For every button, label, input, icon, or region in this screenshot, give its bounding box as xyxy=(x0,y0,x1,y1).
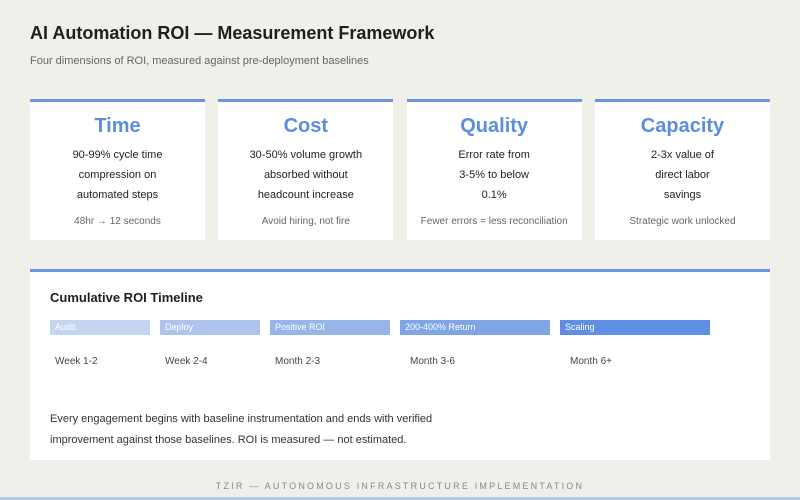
card-time: Time 90-99% cycle time compression on au… xyxy=(30,99,205,240)
card-cost: Cost 30-50% volume growth absorbed witho… xyxy=(218,99,394,240)
card-line: 2-3x value of xyxy=(650,149,714,161)
card-line: Error rate from xyxy=(458,149,530,161)
phase-bar-deploy: Deploy xyxy=(160,320,260,335)
phase-when: Month 3-6 xyxy=(410,356,456,367)
card-line: absorbed without xyxy=(263,169,348,181)
card-line: direct labor xyxy=(655,169,710,181)
phase-bar-scaling: Scaling xyxy=(560,320,710,335)
card-title: Time xyxy=(94,115,141,137)
card-title: Quality xyxy=(460,115,529,137)
roi-dimension-cards: Time 90-99% cycle time compression on au… xyxy=(30,99,770,240)
phase-when: Week 2-4 xyxy=(165,356,208,367)
phase-when: Month 2-3 xyxy=(275,356,321,367)
timeline-description: Every engagement begins with baseline in… xyxy=(50,409,470,451)
phase-bar-audit: Audit xyxy=(50,320,150,335)
card-body: Error rate from 3-5% to below 0.1% xyxy=(407,145,582,205)
card-line: savings xyxy=(663,189,702,201)
phase-when: Month 6+ xyxy=(570,356,612,367)
card-capacity: Capacity 2-3x value of direct labor savi… xyxy=(594,99,770,240)
card-quality: Quality Error rate from 3-5% to below 0.… xyxy=(406,99,582,240)
phase-when: Week 1-2 xyxy=(55,356,98,367)
timeline-title: Cumulative ROI Timeline xyxy=(50,290,203,305)
card-note: Fewer errors = less reconciliation xyxy=(420,216,568,227)
description-line: Every engagement begins with baseline in… xyxy=(50,413,433,425)
card-title: Cost xyxy=(283,115,329,137)
roi-timeline-panel: Cumulative ROI Timeline Audit Deploy Pos… xyxy=(30,269,770,460)
card-note: Strategic work unlocked xyxy=(629,216,736,227)
card-line: 30-50% volume growth xyxy=(249,149,363,161)
card-note: 48hr → 12 seconds xyxy=(74,216,161,227)
page-subtitle: Four dimensions of ROI, measured against… xyxy=(30,55,369,67)
card-body: 2-3x value of direct labor savings xyxy=(595,145,770,205)
card-note: Avoid hiring, not fire xyxy=(261,216,350,227)
card-line: 90-99% cycle time xyxy=(72,149,163,161)
phase-bar-return: 200-400% Return xyxy=(400,320,550,335)
card-body: 30-50% volume growth absorbed without he… xyxy=(218,145,393,205)
footer-brand: TZIR — AUTONOMOUS INFRASTRUCTURE IMPLEME… xyxy=(215,481,585,491)
phase-bar-positive-roi: Positive ROI xyxy=(270,320,390,335)
description-line: improvement against those baselines. ROI… xyxy=(50,434,407,446)
card-line: headcount increase xyxy=(257,189,354,201)
card-line: 0.1% xyxy=(481,189,507,201)
card-line: compression on xyxy=(78,169,157,181)
card-body: 90-99% cycle time compression on automat… xyxy=(30,145,205,205)
page-title: AI Automation ROI — Measurement Framewor… xyxy=(30,23,435,43)
card-line: 3-5% to below xyxy=(459,169,530,181)
card-line: automated steps xyxy=(76,189,159,201)
card-title: Capacity xyxy=(640,115,725,137)
